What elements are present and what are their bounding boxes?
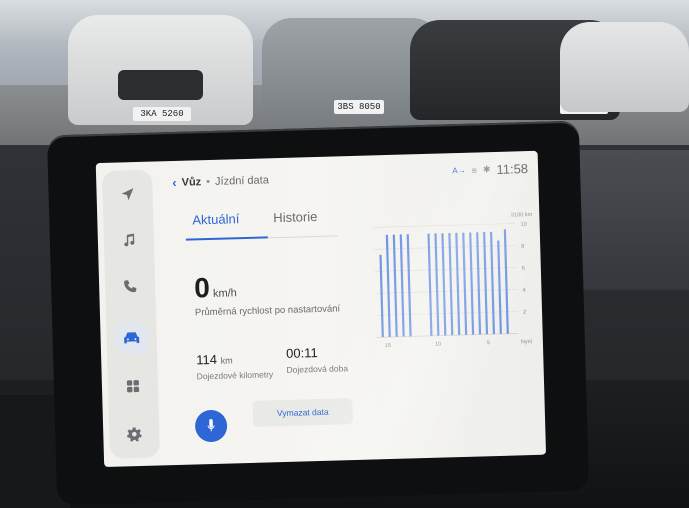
side-rail <box>101 169 160 459</box>
dashboard-right <box>580 150 689 290</box>
y-tick-label: 10 <box>521 222 527 228</box>
chart-gridline <box>373 223 516 228</box>
chevron-left-icon[interactable]: ‹ <box>172 175 177 190</box>
license-plate: 3BS 8050 <box>334 100 384 114</box>
status-bar: A→ ≡ ✱ 11:58 <box>452 161 528 178</box>
microphone-icon <box>207 419 215 432</box>
voice-assistant-button[interactable] <box>194 409 228 443</box>
parked-car-white: 3KA 5260 <box>68 15 253 125</box>
chart-baseline <box>376 333 519 338</box>
distance-value-row: 114 km <box>196 350 273 368</box>
chart-gridline <box>376 311 519 316</box>
car-icon[interactable] <box>113 319 151 357</box>
parked-car-white-2 <box>560 22 689 112</box>
distance-label: Dojezdové kilometry <box>196 369 274 382</box>
page-title: Jízdní data <box>214 173 270 188</box>
distance-stat: 114 km Dojezdové kilometry <box>196 350 274 382</box>
distance-value: 114 <box>196 351 218 368</box>
y-tick-label: 8 <box>521 244 524 250</box>
chart-bar <box>441 233 447 336</box>
tab-current[interactable]: Aktuální <box>192 211 240 232</box>
y-tick-label: 6 <box>522 266 525 272</box>
chart-bar <box>399 234 405 337</box>
chart-bar <box>497 240 502 334</box>
car-grille <box>118 70 203 100</box>
x-tick-label: 5 <box>487 340 490 346</box>
speed-label: Průměrná rychlost po nastartování <box>194 303 341 319</box>
infotainment-display: ‹ Vůz • Jízdní data A→ ≡ ✱ 11:58 Aktuáln… <box>46 120 590 506</box>
average-speed: 0 km/h <box>194 271 237 304</box>
apps-grid-icon[interactable] <box>121 374 146 399</box>
x-tick-label: 10 <box>435 342 441 348</box>
duration-label: Dojezdová doba <box>286 363 349 375</box>
chart-bar <box>427 233 433 336</box>
clear-data-button[interactable]: Vymazat data <box>252 398 354 427</box>
chart-bar <box>385 234 391 338</box>
chart-bar <box>489 231 495 335</box>
x-tick-label: 15 <box>385 343 391 349</box>
breadcrumb: ‹ Vůz • Jízdní data <box>172 172 269 190</box>
distance-unit: km <box>220 355 233 366</box>
chart-bar <box>448 232 454 336</box>
signal-icon: ≡ <box>471 165 478 176</box>
x-axis-label: Nyní <box>521 339 533 345</box>
clock: 11:58 <box>496 161 529 177</box>
chart-gridline <box>374 245 517 250</box>
duration-value: 00:11 <box>285 345 318 361</box>
music-icon[interactable] <box>117 228 142 253</box>
settings-gear-icon[interactable] <box>122 422 147 447</box>
chart-gridline <box>374 267 517 272</box>
breadcrumb-parent[interactable]: Vůz <box>181 176 201 189</box>
bluetooth-icon: ✱ <box>482 164 491 175</box>
chart-gridline <box>375 289 518 294</box>
assistant-icon: A→ <box>452 165 466 176</box>
tab-bar: Aktuální Historie <box>192 209 318 232</box>
duration-stat: 00:11 Dojezdová doba <box>286 344 348 375</box>
chart-bar <box>476 232 482 335</box>
tab-divider <box>267 235 338 239</box>
chart-bar <box>462 232 468 335</box>
speed-value: 0 <box>193 272 211 304</box>
chart-bar <box>503 229 509 334</box>
chart-bar <box>483 232 489 335</box>
phone-icon[interactable] <box>118 274 143 299</box>
navigation-icon[interactable] <box>115 182 140 207</box>
y-axis-unit: l/100 km <box>511 212 532 219</box>
license-plate: 3KA 5260 <box>133 107 191 121</box>
chart-bar <box>392 234 398 337</box>
chart-bar <box>406 234 412 337</box>
speed-unit: km/h <box>212 287 238 300</box>
chart-bar <box>469 232 475 335</box>
y-tick-label: 4 <box>522 288 525 294</box>
chart-bar <box>434 233 440 336</box>
tab-active-indicator <box>185 236 268 241</box>
chart-bar <box>455 232 461 336</box>
consumption-chart: 10 8 6 4 2 l/100 km 15 10 5 Nyní <box>373 212 533 349</box>
chart-bar <box>379 254 384 338</box>
tab-history[interactable]: Historie <box>273 209 318 230</box>
screen: ‹ Vůz • Jízdní data A→ ≡ ✱ 11:58 Aktuáln… <box>95 150 547 468</box>
breadcrumb-separator: • <box>206 175 211 188</box>
y-tick-label: 2 <box>523 310 526 316</box>
